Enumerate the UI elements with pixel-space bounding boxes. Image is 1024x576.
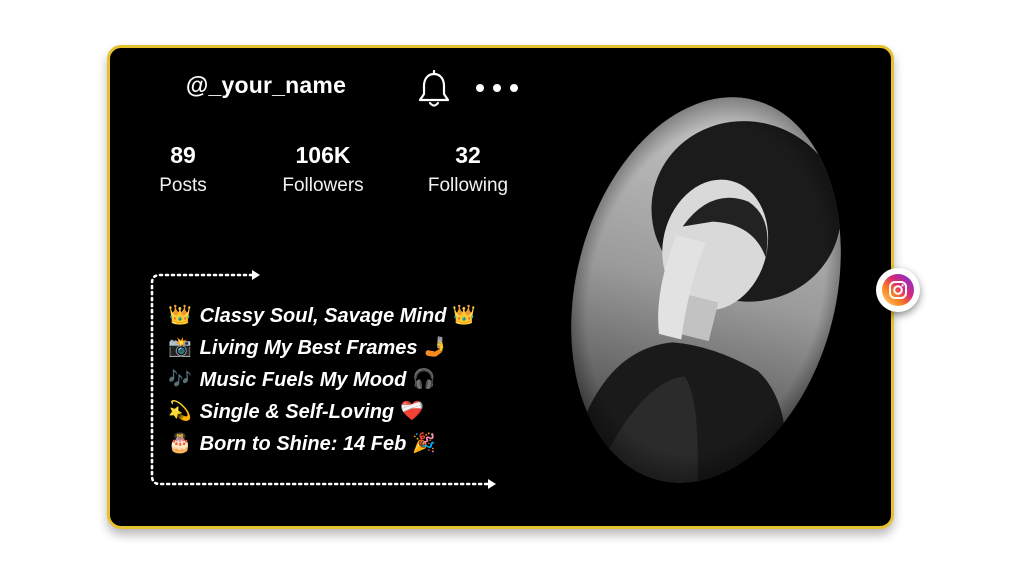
bio-text-3: Music Fuels My Mood: [199, 368, 407, 391]
stat-following[interactable]: 32 Following: [416, 142, 520, 198]
bio-text-4: Single & Self-Loving: [199, 400, 395, 423]
stat-followers-label: Followers: [282, 175, 364, 196]
bio-text-1: Classy Soul, Savage Mind: [199, 304, 447, 327]
instagram-icon: [882, 274, 914, 306]
stat-following-value: 32: [455, 142, 481, 168]
camera-flash-icon: 📸: [168, 337, 192, 358]
more-options-icon[interactable]: [474, 82, 520, 94]
stat-followers[interactable]: 106K Followers: [268, 142, 378, 198]
crown-icon: 👑: [168, 305, 192, 326]
stat-following-label: Following: [427, 175, 509, 196]
party-popper-icon: 🎉: [412, 433, 437, 454]
selfie-icon: 🤳: [423, 337, 448, 358]
profile-username: @_your_name: [185, 72, 347, 98]
music-notes-icon: 🎶: [168, 369, 192, 390]
crown-icon: 👑: [452, 305, 477, 326]
stat-posts-label: Posts: [159, 175, 207, 196]
bio-line-1: 👑 Classy Soul, Savage Mind 👑: [168, 300, 528, 332]
dizzy-star-icon: 💫: [168, 401, 192, 422]
stat-followers-value: 106K: [295, 142, 351, 168]
stat-posts-value: 89: [170, 142, 196, 168]
bio-text-5: Born to Shine: 14 Feb: [199, 432, 407, 455]
profile-photo[interactable]: [532, 68, 880, 512]
heart-bandage-icon: ❤️‍🩹: [400, 401, 424, 422]
bio-text-2: Living My Best Frames: [199, 336, 418, 359]
bio-line-4: 💫 Single & Self-Loving ❤️‍🩹: [168, 396, 528, 428]
bio-section: 👑 Classy Soul, Savage Mind 👑 📸 Living My…: [168, 300, 528, 460]
instagram-badge[interactable]: [876, 268, 920, 312]
bio-line-2: 📸 Living My Best Frames 🤳: [168, 332, 528, 364]
bell-icon[interactable]: [416, 70, 452, 110]
stat-posts[interactable]: 89 Posts: [138, 142, 228, 198]
headphones-icon: 🎧: [412, 369, 437, 390]
birthday-cake-icon: 🎂: [168, 433, 192, 454]
bio-line-5: 🎂 Born to Shine: 14 Feb 🎉: [168, 428, 528, 460]
profile-card: @_your_name 89 Posts 106K Followers 32 F…: [107, 45, 920, 529]
bio-line-3: 🎶 Music Fuels My Mood 🎧: [168, 364, 528, 396]
